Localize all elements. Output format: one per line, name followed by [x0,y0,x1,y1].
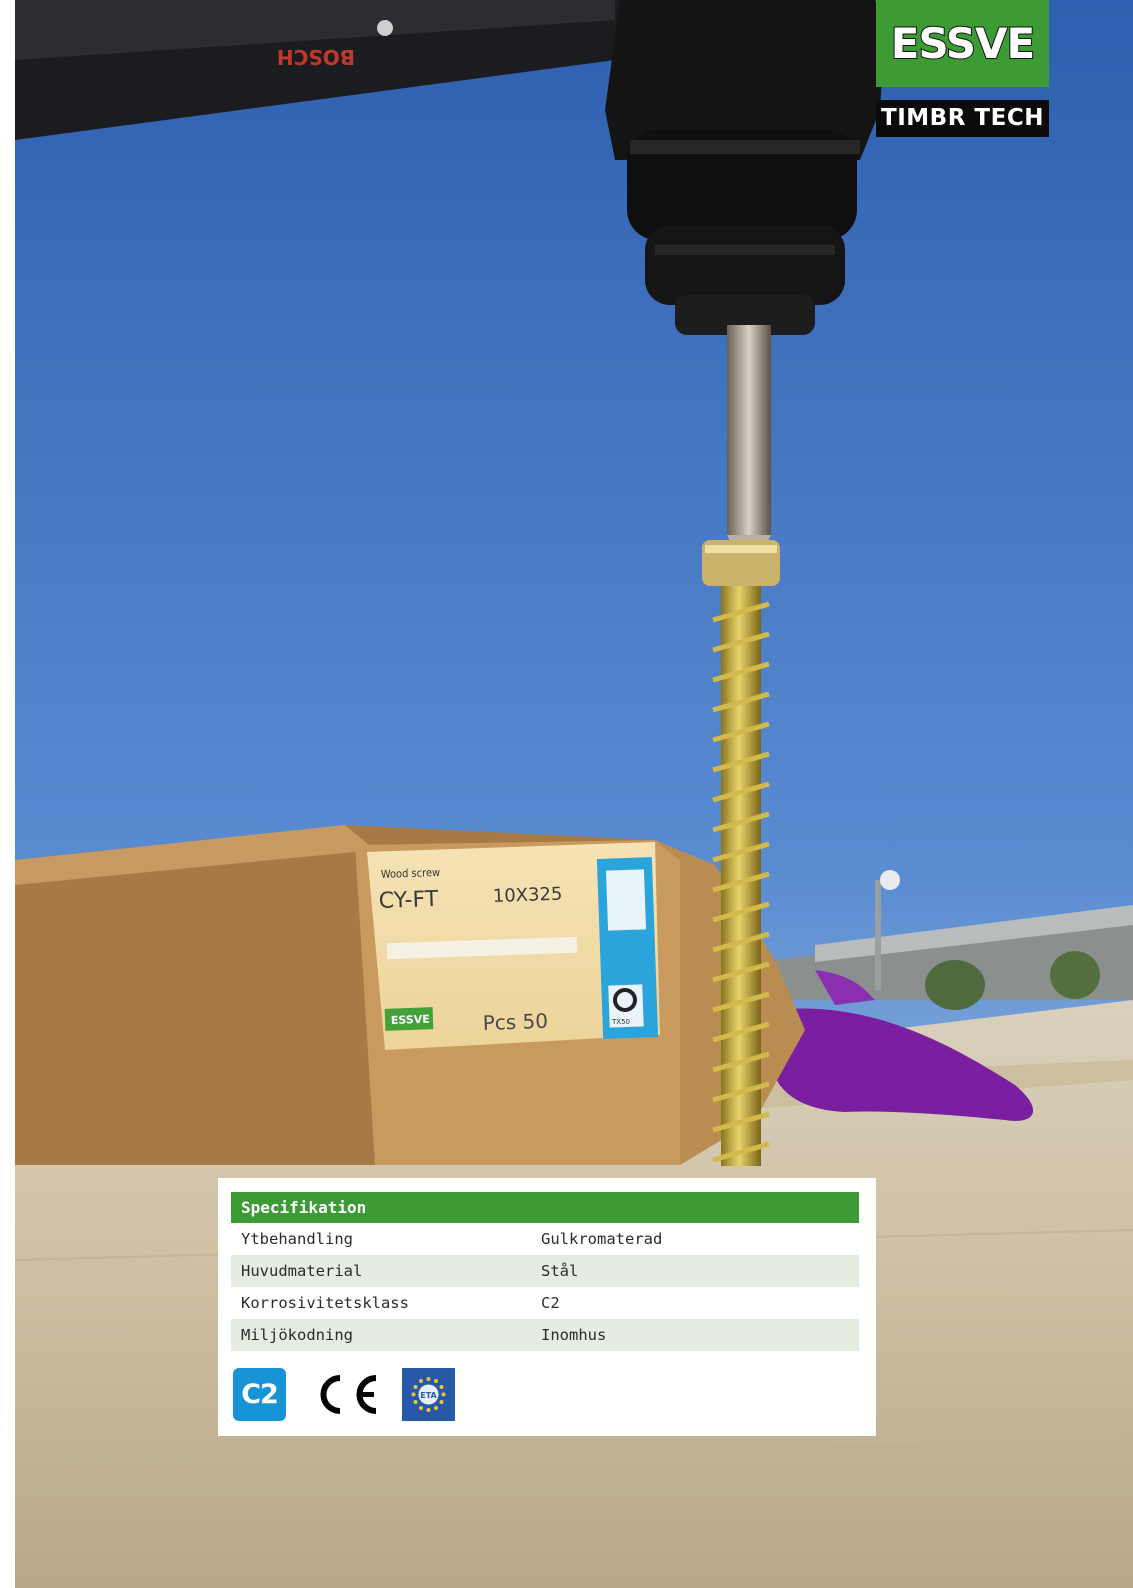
essve-logo: ESSVE [876,0,1049,87]
spec-value: Inomhus [541,1326,607,1344]
box-label-drive: TX50 [611,1018,630,1026]
box-label-size: 10X325 [492,884,562,907]
box-label-brand: ESSVE [391,1013,430,1027]
ce-mark-icon [310,1368,382,1421]
box-label-type: Wood screw [381,866,441,881]
spec-value: Stål [541,1262,579,1280]
table-row: Huvudmaterial Stål [231,1255,859,1287]
specification-table: Specifikation Ytbehandling Gulkromaterad… [231,1192,859,1351]
c2-class-icon: C2 [233,1368,286,1421]
brand-header: ESSVE TIMBR TECH [876,0,1049,137]
eta-badge-icon: ETA [402,1368,455,1421]
box-label-product: CY-FT [378,887,439,914]
table-row: Miljökodning Inomhus [231,1319,859,1351]
specification-header: Specifikation [231,1192,859,1223]
spec-value: C2 [541,1294,560,1312]
spec-value: Gulkromaterad [541,1230,663,1248]
brand-subtitle: TIMBR TECH [876,100,1049,137]
eta-label: ETA [420,1391,437,1400]
essve-logo-text: ESSVE [890,18,1036,69]
spec-label: Ytbehandling [241,1230,353,1248]
specification-card: Specifikation Ytbehandling Gulkromaterad… [218,1178,876,1436]
drill-brand: BOSCH [277,45,355,69]
box-label-pcs: Pcs 50 [482,1009,548,1035]
spec-label: Miljökodning [241,1326,353,1344]
table-row: Ytbehandling Gulkromaterad [231,1223,859,1255]
table-row: Korrosivitetsklass C2 [231,1287,859,1319]
spec-label: Huvudmaterial [241,1262,363,1280]
certification-icons: C2 ETA [233,1368,455,1421]
spec-label: Korrosivitetsklass [241,1294,409,1312]
